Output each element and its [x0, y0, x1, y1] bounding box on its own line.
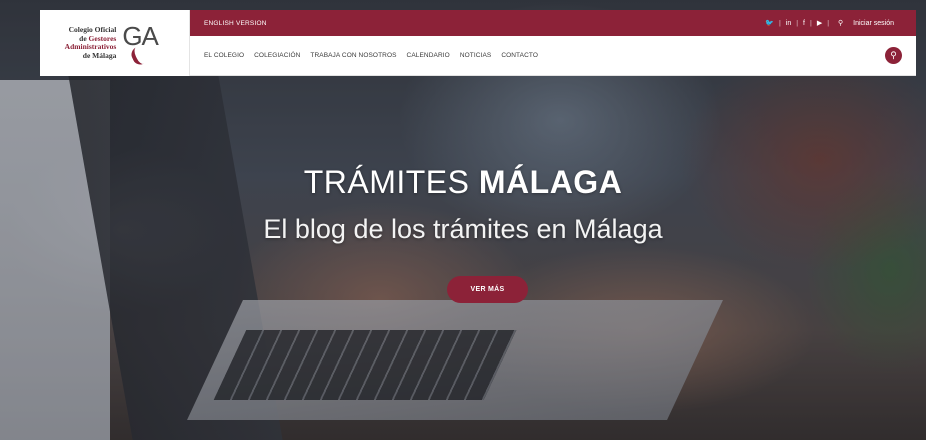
social-divider: | [778, 19, 781, 27]
logo-text: Colegio Oficial de Gestores Administrati… [65, 25, 117, 60]
login-label: Iniciar sesión [853, 20, 894, 27]
logo-mark-icon: GA [122, 21, 164, 68]
hero-title-bold: MÁLAGA [478, 164, 623, 200]
login-link[interactable]: ⚲ Iniciar sesión [830, 19, 902, 27]
main-navigation: EL COLEGIO COLEGIACIÓN TRABAJA CON NOSOT… [190, 36, 916, 76]
nav-item-noticias[interactable]: NOTICIAS [460, 52, 492, 59]
search-icon: ⚲ [890, 50, 897, 60]
site-logo[interactable]: Colegio Oficial de Gestores Administrati… [40, 10, 190, 76]
hero-title-light: TRÁMITES [303, 164, 479, 200]
nav-item-el-colegio[interactable]: EL COLEGIO [204, 52, 244, 59]
youtube-icon[interactable]: ▶ [813, 19, 826, 27]
linkedin-icon[interactable]: in [782, 20, 795, 27]
hero-title: TRÁMITES MÁLAGA [0, 164, 926, 201]
social-divider: | [796, 19, 799, 27]
nav-item-trabaja-con-nosotros[interactable]: TRABAJA CON NOSOTROS [310, 52, 396, 59]
english-version-link[interactable]: ENGLISH VERSION [204, 20, 267, 27]
facebook-icon[interactable]: f [799, 20, 809, 27]
social-divider: | [810, 19, 812, 27]
nav-item-calendario[interactable]: CALENDARIO [407, 52, 450, 59]
hero-subtitle: El blog de los trámites en Málaga [263, 214, 663, 244]
logo-line-4: de Málaga [82, 50, 117, 60]
nav-item-contacto[interactable]: CONTACTO [501, 52, 538, 59]
social-links: 🐦 | in | f | ▶ | ⚲ Iniciar sesión [761, 19, 902, 28]
top-bar: ENGLISH VERSION 🐦 | in | f | ▶ | ⚲ Inici… [190, 10, 916, 36]
twitter-icon[interactable]: 🐦 [761, 19, 778, 27]
ver-mas-button[interactable]: VER MÁS [447, 276, 528, 303]
social-divider: | [827, 19, 830, 27]
nav-item-colegiacion[interactable]: COLEGIACIÓN [254, 52, 300, 59]
key-icon: ⚲ [838, 20, 844, 27]
search-button[interactable]: ⚲ [885, 47, 902, 64]
